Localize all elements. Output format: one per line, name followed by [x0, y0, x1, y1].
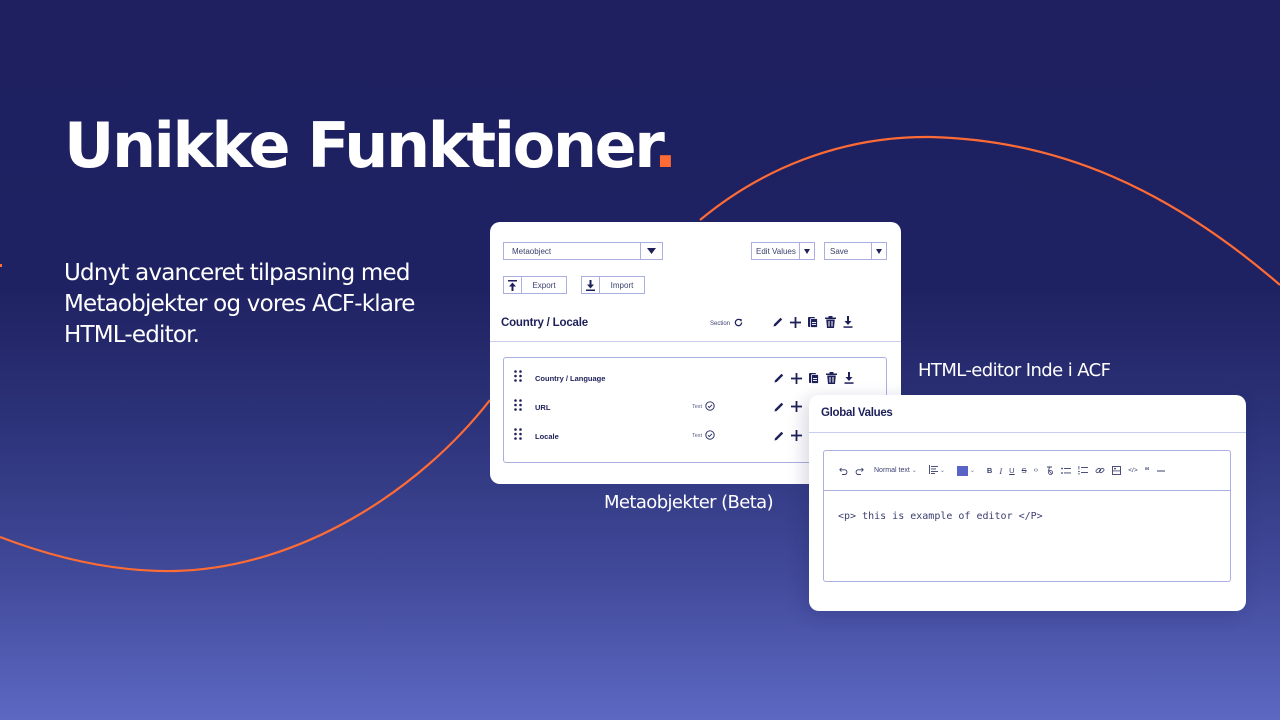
- bold-label: B: [986, 466, 993, 475]
- align-dropdown[interactable]: ⌄: [928, 465, 945, 476]
- undo-icon[interactable]: [839, 467, 848, 475]
- color-swatch: [956, 465, 968, 476]
- strike-label: S: [1021, 466, 1027, 475]
- field-actions: [774, 430, 802, 441]
- rich-text-editor: Normal text ⌄ ⌄ ⌄ B I U S ‹› </> “ <p> t…: [823, 450, 1231, 582]
- copy-icon[interactable]: [808, 316, 818, 328]
- title-dot: .: [653, 109, 678, 182]
- section-tag-label: Section: [710, 320, 731, 327]
- section-actions: [773, 316, 853, 328]
- bullet-list-icon[interactable]: [1061, 467, 1072, 475]
- divider: [490, 341, 901, 342]
- bold-button[interactable]: B: [987, 466, 992, 475]
- strikethrough-button[interactable]: S: [1022, 466, 1027, 475]
- field-type-label: Text: [692, 433, 703, 439]
- upload-icon: [504, 277, 522, 293]
- caption-metaobjects: Metaobjekter (Beta): [604, 492, 774, 513]
- import-button[interactable]: Import: [581, 276, 645, 294]
- drag-handle-icon[interactable]: [514, 398, 522, 416]
- save-select[interactable]: Save: [824, 242, 887, 260]
- clear-format-icon[interactable]: [1045, 466, 1054, 475]
- plus-icon[interactable]: [791, 372, 802, 384]
- field-type: Text: [692, 430, 715, 442]
- plus-icon[interactable]: [791, 401, 802, 412]
- check-circle-icon: [705, 430, 715, 442]
- caret-down-icon[interactable]: [640, 243, 662, 259]
- chevron-down-icon: ⌄: [911, 468, 917, 474]
- editor-card-title: Global Values: [821, 407, 893, 419]
- drag-handle-icon[interactable]: [514, 427, 522, 445]
- select-value: Save: [830, 246, 849, 256]
- export-button[interactable]: Export: [503, 276, 567, 294]
- editor-content[interactable]: <p> this is example of editor </P>: [838, 511, 1043, 522]
- section-title: Country / Locale: [501, 317, 588, 329]
- italic-label: I: [999, 465, 1003, 476]
- text-style-value: Normal text: [874, 467, 910, 474]
- text-style-dropdown[interactable]: Normal text ⌄: [874, 467, 917, 474]
- field-name: Country / Language: [535, 373, 606, 383]
- plus-icon[interactable]: [790, 316, 801, 328]
- underline-button[interactable]: U: [1009, 466, 1014, 475]
- field-type-label: Text: [692, 404, 703, 410]
- numbered-list-icon[interactable]: [1078, 466, 1089, 475]
- section-tag: Section: [710, 318, 743, 329]
- subtitle: Udnyt avanceret tilpasning med Metaobjek…: [64, 260, 415, 348]
- pencil-icon[interactable]: [773, 317, 783, 327]
- export-label: Export: [532, 280, 556, 290]
- download-icon: [582, 277, 600, 293]
- divider: [809, 432, 1246, 433]
- caret-down-icon[interactable]: [871, 243, 886, 259]
- caption-html-editor: HTML-editor Inde i ACF: [918, 360, 1111, 381]
- code-block-icon[interactable]: </>: [1128, 467, 1137, 474]
- refresh-icon[interactable]: [734, 318, 743, 329]
- color-picker[interactable]: ⌄: [956, 465, 975, 476]
- download-icon[interactable]: [844, 372, 854, 384]
- select-value: Metaobject: [512, 246, 552, 256]
- download-icon[interactable]: [843, 316, 853, 328]
- field-actions: [774, 372, 854, 384]
- import-label: Import: [610, 280, 634, 290]
- link-icon[interactable]: [1095, 466, 1105, 475]
- italic-button[interactable]: I: [999, 466, 1002, 476]
- metaobject-type-select[interactable]: Metaobject: [503, 242, 663, 260]
- pencil-icon[interactable]: [774, 373, 784, 383]
- image-icon[interactable]: [1112, 466, 1122, 475]
- title-text: Unikke Funktioner: [64, 109, 656, 182]
- pencil-icon[interactable]: [774, 431, 784, 441]
- field-actions: [774, 401, 802, 412]
- redo-icon[interactable]: [855, 467, 864, 475]
- quote-icon[interactable]: “: [1145, 464, 1150, 477]
- trash-icon[interactable]: [825, 316, 836, 328]
- chevron-down-icon: ⌄: [939, 468, 945, 474]
- copy-icon[interactable]: [809, 372, 819, 384]
- edit-values-select[interactable]: Edit Values: [751, 242, 815, 260]
- field-name: URL: [535, 402, 551, 412]
- html-editor-card: Global Values Normal text ⌄ ⌄ ⌄ B I U S …: [809, 395, 1246, 611]
- field-row[interactable]: Country / Language: [504, 368, 886, 388]
- caret-down-icon[interactable]: [799, 243, 814, 259]
- horizontal-rule-icon[interactable]: [1156, 470, 1165, 472]
- plus-icon[interactable]: [791, 430, 802, 441]
- underline-label: U: [1009, 466, 1015, 475]
- chevron-down-icon: ⌄: [969, 468, 975, 474]
- editor-toolbar: Normal text ⌄ ⌄ ⌄ B I U S ‹› </> “: [824, 451, 1230, 491]
- trash-icon[interactable]: [826, 372, 837, 384]
- inline-code-icon[interactable]: ‹›: [1034, 467, 1039, 474]
- field-type: Text: [692, 401, 715, 413]
- pencil-icon[interactable]: [774, 402, 784, 412]
- field-name: Locale: [535, 431, 559, 441]
- align-left-icon: [928, 465, 938, 476]
- page-title: Unikke Funktioner.: [64, 109, 678, 182]
- drag-handle-icon[interactable]: [514, 369, 522, 387]
- check-circle-icon: [705, 401, 715, 413]
- select-value: Edit Values: [756, 246, 796, 256]
